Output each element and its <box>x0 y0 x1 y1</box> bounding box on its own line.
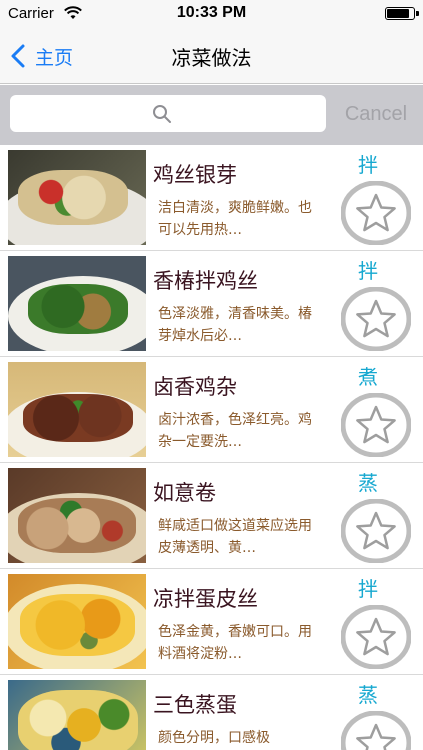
recipe-thumbnail <box>8 150 146 245</box>
navigation-bar: 主页 凉菜做法 <box>0 28 423 84</box>
cooking-method-label: 拌 <box>358 577 378 601</box>
recipe-row[interactable]: 三色蒸蛋 颜色分明，口感极 蒸 <box>0 675 423 750</box>
recipe-description: 色泽金黄，香嫩可口。用料酒将淀粉… <box>158 624 312 662</box>
recipe-thumbnail <box>8 362 146 457</box>
favorite-star-icon[interactable] <box>341 287 411 351</box>
recipe-name: 三色蒸蛋 <box>153 693 237 717</box>
recipe-thumbnail <box>8 680 146 750</box>
recipe-thumbnail <box>8 468 146 563</box>
cooking-method-label: 蒸 <box>358 683 378 707</box>
recipe-name: 卤香鸡杂 <box>153 375 237 399</box>
clock: 10:33 PM <box>176 4 247 21</box>
recipe-name: 如意卷 <box>153 481 216 505</box>
battery-icon <box>385 7 419 20</box>
recipe-row[interactable]: 卤香鸡杂 卤汁浓香，色泽红亮。鸡杂一定要洗… 煮 <box>0 357 423 463</box>
cooking-method-label: 拌 <box>358 259 378 283</box>
search-bar: Cancel <box>0 85 423 145</box>
recipe-description: 色泽淡雅，清香味美。椿芽焯水后必… <box>158 306 312 344</box>
recipe-row[interactable]: 凉拌蛋皮丝 色泽金黄，香嫩可口。用料酒将淀粉… 拌 <box>0 569 423 675</box>
recipe-description: 卤汁浓香，色泽红亮。鸡杂一定要洗… <box>158 412 312 450</box>
recipe-thumbnail <box>8 574 146 669</box>
battery-level <box>387 9 409 18</box>
favorite-star-icon[interactable] <box>341 605 411 669</box>
favorite-star-icon[interactable] <box>341 393 411 457</box>
favorite-star-icon[interactable] <box>341 711 411 750</box>
favorite-star-icon[interactable] <box>341 181 411 245</box>
cancel-button[interactable]: Cancel <box>334 99 418 129</box>
recipe-row[interactable]: 香椿拌鸡丝 色泽淡雅，清香味美。椿芽焯水后必… 拌 <box>0 251 423 357</box>
recipe-name: 凉拌蛋皮丝 <box>153 587 258 611</box>
search-input[interactable] <box>10 95 326 132</box>
page-title: 凉菜做法 <box>171 46 252 70</box>
recipe-thumbnail <box>8 256 146 351</box>
cooking-method-label: 煮 <box>358 365 378 389</box>
recipe-name: 香椿拌鸡丝 <box>153 269 258 293</box>
recipe-description: 洁白清淡，爽脆鲜嫩。也可以先用热… <box>158 200 312 238</box>
status-bar: Carrier 10:33 PM <box>0 0 423 28</box>
recipe-row[interactable]: 如意卷 鲜咸适口做这道菜应选用皮薄透明、黄… 蒸 <box>0 463 423 569</box>
recipe-description: 颜色分明，口感极 <box>158 730 270 746</box>
favorite-star-icon[interactable] <box>341 499 411 563</box>
cooking-method-label: 拌 <box>358 153 378 177</box>
recipe-description: 鲜咸适口做这道菜应选用皮薄透明、黄… <box>158 518 312 556</box>
cooking-method-label: 蒸 <box>358 471 378 495</box>
recipe-name: 鸡丝银芽 <box>153 163 237 187</box>
recipe-row[interactable]: 鸡丝银芽 洁白清淡，爽脆鲜嫩。也可以先用热… 拌 <box>0 145 423 251</box>
recipe-list: 鸡丝银芽 洁白清淡，爽脆鲜嫩。也可以先用热… 拌 香椿拌鸡丝 色泽淡雅，清香味美… <box>0 145 423 750</box>
